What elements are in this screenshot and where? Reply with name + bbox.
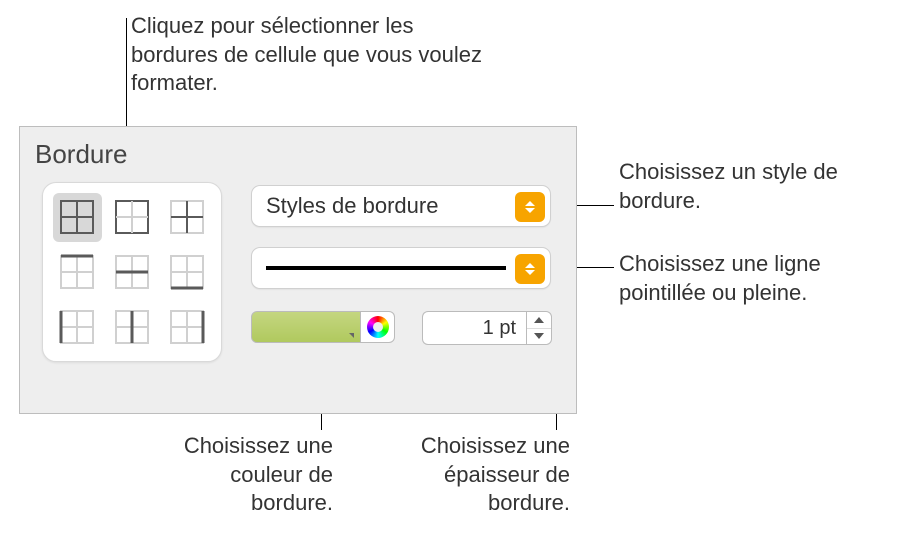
color-controls bbox=[251, 311, 395, 343]
border-line-type-popup[interactable] bbox=[251, 247, 551, 289]
border-thickness-input[interactable]: 1 pt bbox=[422, 311, 526, 345]
stepper-up[interactable] bbox=[527, 312, 551, 329]
border-outer[interactable] bbox=[108, 193, 157, 242]
border-top[interactable] bbox=[53, 248, 102, 297]
callout-line-type: Choisissez une ligne pointillée ou plein… bbox=[619, 250, 909, 307]
border-panel: Bordure bbox=[19, 126, 577, 414]
border-style-popup[interactable]: Styles de bordure bbox=[251, 185, 551, 227]
stepper-down[interactable] bbox=[527, 329, 551, 345]
border-bottom[interactable] bbox=[162, 248, 211, 297]
border-thickness-field: 1 pt bbox=[422, 311, 552, 345]
popup-indicator-icon bbox=[515, 254, 545, 284]
callout-thickness: Choisissez une épaisseur de bordure. bbox=[380, 432, 570, 518]
border-color-well[interactable] bbox=[251, 311, 361, 343]
callout-border-grid: Cliquez pour sélectionner les bordures d… bbox=[131, 12, 491, 98]
popup-indicator-icon bbox=[515, 192, 545, 222]
thickness-value: 1 pt bbox=[483, 317, 516, 340]
border-inner[interactable] bbox=[162, 193, 211, 242]
border-selection-grid bbox=[42, 182, 222, 362]
thickness-stepper bbox=[526, 311, 552, 345]
border-vertical-middle[interactable] bbox=[108, 302, 157, 351]
solid-line-sample bbox=[266, 266, 506, 270]
border-all[interactable] bbox=[53, 193, 102, 242]
callout-color: Choisissez une couleur de bordure. bbox=[158, 432, 333, 518]
border-left[interactable] bbox=[53, 302, 102, 351]
chevron-down-icon bbox=[349, 333, 354, 338]
border-right[interactable] bbox=[162, 302, 211, 351]
color-picker-button[interactable] bbox=[361, 311, 395, 343]
section-label: Bordure bbox=[35, 139, 128, 170]
color-wheel-icon bbox=[367, 316, 389, 338]
border-horizontal-middle[interactable] bbox=[108, 248, 157, 297]
callout-style: Choisissez un style de bordure. bbox=[619, 158, 899, 215]
border-style-label: Styles de bordure bbox=[266, 193, 438, 219]
